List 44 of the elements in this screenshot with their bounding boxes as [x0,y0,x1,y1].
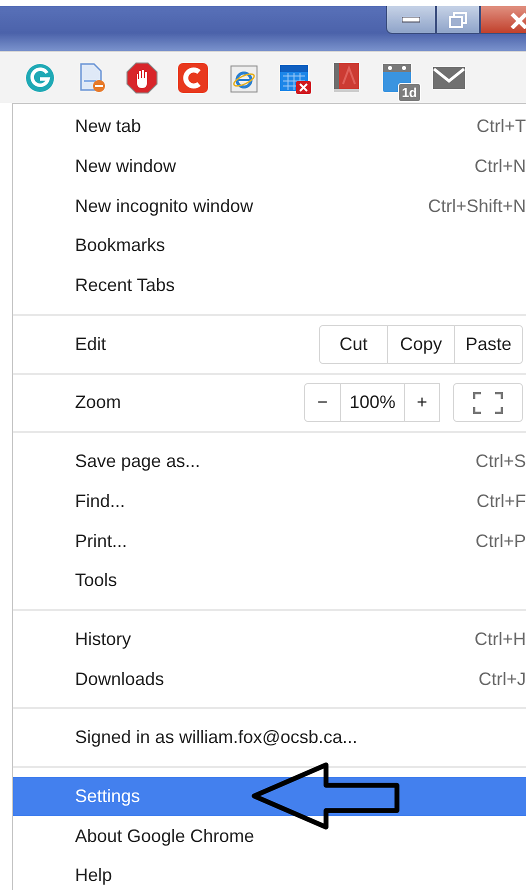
minimize-icon [402,16,420,22]
close-button[interactable] [480,6,526,34]
menu-item-label: Tools [75,569,118,592]
menu-item-label: History [75,628,132,651]
restore-icon [449,12,467,28]
letter-c-icon[interactable] [177,62,209,94]
shortcut-text: Ctrl+S [475,450,526,474]
menu-item-label: Bookmarks [75,234,166,258]
menu-item-label: Help [75,864,112,888]
restore-button[interactable] [436,6,480,34]
menu-item-label: Settings [75,784,140,808]
shortcut-text: Ctrl+T [476,115,526,138]
grammar-g-icon[interactable] [24,62,56,94]
count-badge: 1d [398,82,421,102]
menu-item-label: New window [75,155,176,178]
stop-hand-icon[interactable] [126,62,158,94]
menu-item-label: New incognito window [75,194,254,218]
cut-button[interactable]: Cut [319,324,388,364]
zoom-out-button[interactable]: − [304,383,341,422]
shortcut-text: Ctrl+H [474,628,526,651]
zoom-level-text: 100% [340,383,405,422]
paste-button[interactable]: Paste [454,324,523,364]
menu-item-label: About Google Chrome [75,824,254,848]
shortcut-text: Ctrl+J [478,668,526,691]
close-icon [508,10,526,28]
menu-item-label: Find... [75,490,126,513]
shortcut-text: Ctrl+F [476,490,526,513]
menu-item-label: Print... [75,530,128,553]
shortcut-text: Ctrl+N [474,155,526,178]
menu-item-highlight[interactable]: Settings [13,776,526,816]
menu-item-label: Save page as... [75,450,200,474]
menu-item-label: New tab [75,115,142,138]
fullscreen-icon [473,392,503,414]
menu-item-label: Signed in as william.fox@ocsb.ca... [75,726,358,750]
copy-button[interactable]: Copy [387,324,455,364]
shortcut-text: Ctrl+Shift+N [428,194,526,218]
menu-item-label: Recent Tabs [75,274,175,298]
fullscreen-button[interactable] [453,383,523,422]
minimize-button[interactable] [386,6,436,34]
menu-item-label: Downloads [75,668,164,691]
zoom-in-button[interactable]: + [404,383,440,422]
menu-item-label: Zoom [75,391,122,414]
shortcut-text: Ctrl+P [475,530,526,553]
menu-item-label: Edit [75,332,106,356]
